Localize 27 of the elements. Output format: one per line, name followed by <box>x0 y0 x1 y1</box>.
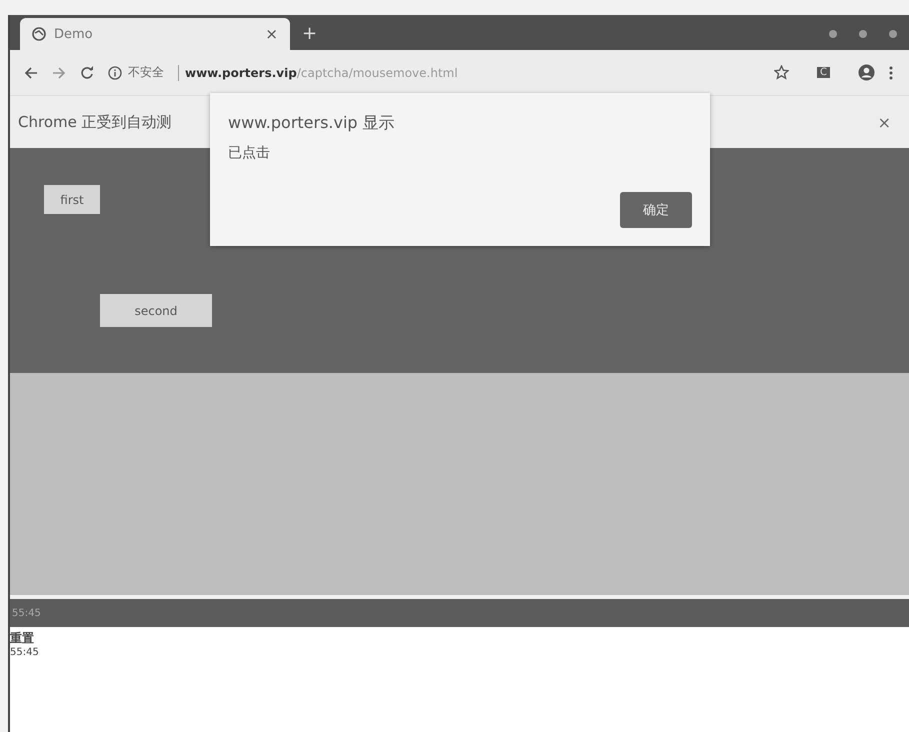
extension-button[interactable]: C <box>817 67 830 78</box>
window-control-icon[interactable] <box>889 30 897 38</box>
browser-tab[interactable]: Demo × <box>20 18 290 50</box>
tab-close-button[interactable]: × <box>265 25 278 43</box>
window-control-icon[interactable] <box>829 30 837 38</box>
new-tab-button[interactable]: + <box>302 23 318 44</box>
info-icon[interactable] <box>108 66 122 80</box>
first-button[interactable]: first <box>44 185 100 214</box>
star-icon[interactable] <box>774 65 790 80</box>
reset-label: 重置 <box>10 630 34 647</box>
dialog-message: 已点击 <box>228 144 271 162</box>
tab-title: Demo <box>54 26 94 42</box>
globe-icon <box>32 27 46 41</box>
window-control-icon[interactable] <box>859 30 867 38</box>
second-button[interactable]: second <box>100 294 212 327</box>
time-text: 55:45 <box>10 647 39 658</box>
menu-icon[interactable] <box>889 66 893 80</box>
back-icon[interactable] <box>24 66 38 80</box>
status-time: 55:45 <box>12 608 41 618</box>
address-bar[interactable]: www.porters.vip/captcha/mousemove.html <box>185 66 760 80</box>
automation-notice: Chrome 正受到自动测 <box>18 112 172 132</box>
ok-button[interactable]: 确定 <box>620 192 692 228</box>
dialog-title: www.porters.vip 显示 <box>228 113 396 134</box>
reload-icon[interactable] <box>80 66 94 80</box>
profile-icon[interactable] <box>858 64 875 81</box>
security-label: 不安全 <box>128 64 164 81</box>
close-button[interactable]: × <box>878 112 891 132</box>
